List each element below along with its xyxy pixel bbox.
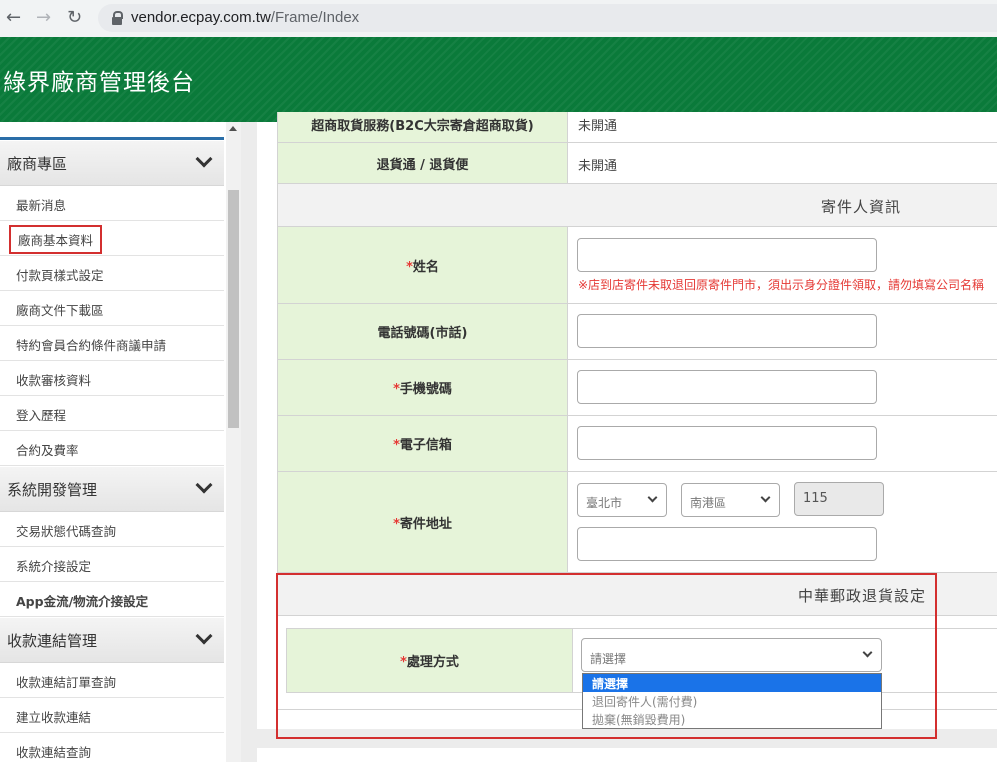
- sidebar-item-app-integration[interactable]: App金流/物流介接設定: [0, 582, 224, 617]
- district-select[interactable]: 南港區: [681, 483, 780, 517]
- sidebar-item-integration[interactable]: 系統介接設定: [0, 547, 224, 582]
- sidebar-item-link-query[interactable]: 收款連結查詢: [0, 733, 224, 762]
- sidebar-item-news[interactable]: 最新消息: [0, 186, 224, 221]
- sidebar-scroll-thumb[interactable]: [228, 190, 239, 428]
- highlight-box: [276, 573, 937, 739]
- sidebar-section-vendor[interactable]: 廠商專區: [0, 141, 224, 186]
- mobile-label: *手機號碼: [277, 360, 568, 416]
- cvs-service-label: 超商取貨服務(B2C大宗寄倉超商取貨): [277, 112, 568, 143]
- address-label: *寄件地址: [277, 472, 568, 573]
- sidebar-section-dev[interactable]: 系統開發管理: [0, 467, 224, 512]
- sidebar-top-divider: [0, 137, 224, 140]
- lock-icon: [112, 11, 123, 25]
- browser-toolbar: ← → ↻ vendor.ecpay.com.tw/Frame/Index: [0, 0, 997, 38]
- next-panel: [257, 748, 997, 762]
- email-label: *電子信箱: [277, 416, 568, 472]
- cvs-service-value: 未開通: [568, 112, 997, 143]
- back-arrow-icon[interactable]: ←: [6, 7, 21, 28]
- sidebar-item-link-orders[interactable]: 收款連結訂單查詢: [0, 663, 224, 698]
- city-select[interactable]: 臺北市: [577, 483, 667, 517]
- address-detail-input[interactable]: [577, 527, 877, 561]
- sidebar-item-review-data[interactable]: 收款審核資料: [0, 361, 224, 396]
- tel-input[interactable]: [577, 314, 877, 348]
- url-text: vendor.ecpay.com.tw/Frame/Index: [131, 9, 360, 26]
- sidebar-item-create-link[interactable]: 建立收款連結: [0, 698, 224, 733]
- sidebar-section-payment-link[interactable]: 收款連結管理: [0, 618, 224, 663]
- sidebar: 廠商專區 最新消息 廠商基本資料 付款頁樣式設定 廠商文件下載區 特約會員合約條…: [0, 122, 241, 762]
- email-input[interactable]: [577, 426, 877, 460]
- name-note: ※店到店寄件未取退回原寄件門市，須出示身分證件領取，請勿填寫公司名稱: [578, 278, 985, 292]
- address-bar[interactable]: vendor.ecpay.com.tw/Frame/Index: [98, 4, 997, 32]
- sidebar-item-payment-page-style[interactable]: 付款頁樣式設定: [0, 256, 224, 291]
- chevron-down-icon: [195, 150, 213, 168]
- scroll-up-arrow-icon[interactable]: [229, 126, 237, 131]
- sender-info-section-header: 寄件人資訊: [277, 184, 997, 227]
- chevron-down-icon: [195, 476, 213, 494]
- return-service-value: 未開通: [568, 143, 997, 184]
- reload-icon[interactable]: ↻: [67, 7, 82, 28]
- site-header: 綠界廠商管理後台: [0, 37, 997, 122]
- mobile-input[interactable]: [577, 370, 877, 404]
- tel-label: 電話號碼(市話): [277, 304, 568, 360]
- name-input[interactable]: [577, 238, 877, 272]
- name-label: *姓名: [277, 227, 568, 304]
- return-service-label: 退貨通 / 退貨便: [277, 143, 568, 184]
- sidebar-item-contract-negotiation[interactable]: 特約會員合約條件商議申請: [0, 326, 224, 361]
- forward-arrow-icon[interactable]: →: [36, 7, 51, 28]
- sidebar-item-vendor-info[interactable]: 廠商基本資料: [0, 221, 224, 256]
- chevron-down-icon: [760, 492, 771, 503]
- sidebar-item-status-code[interactable]: 交易狀態代碼查詢: [0, 512, 224, 547]
- chevron-down-icon: [647, 492, 658, 503]
- sidebar-item-document-download[interactable]: 廠商文件下載區: [0, 291, 224, 326]
- zip-input: 115: [794, 482, 884, 516]
- sidebar-item-contract-fees[interactable]: 合約及費率: [0, 431, 224, 466]
- chevron-down-icon: [195, 627, 213, 645]
- sidebar-item-login-history[interactable]: 登入歷程: [0, 396, 224, 431]
- site-title: 綠界廠商管理後台: [3, 70, 195, 96]
